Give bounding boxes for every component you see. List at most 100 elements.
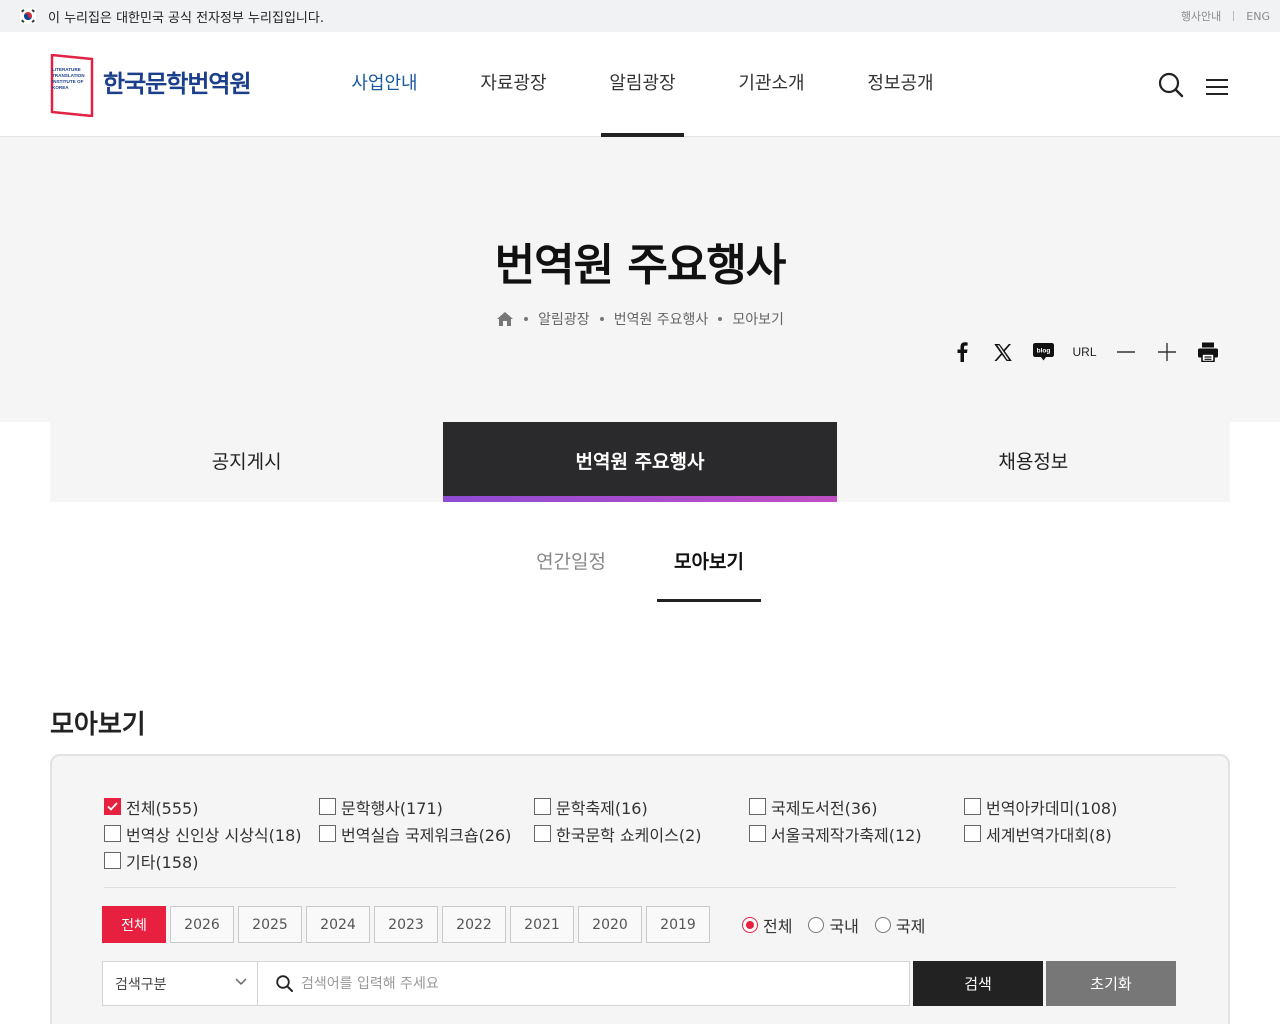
search-button[interactable]: 검색 (913, 961, 1043, 1006)
breadcrumb-item[interactable]: 알림광장 (538, 309, 590, 329)
checkbox[interactable] (534, 825, 551, 842)
blog-icon: blog (1033, 343, 1054, 361)
search-input[interactable] (301, 975, 861, 992)
blog-share-button[interactable]: blog (1023, 337, 1064, 367)
year-button[interactable]: 2021 (510, 906, 574, 943)
category-label: 기타(158) (126, 852, 199, 872)
korean-flag-icon (20, 8, 36, 24)
category-label: 서울국제작가축제(12) (771, 825, 922, 845)
site-header: LITERATURE TRANSLATION INSTITUTE OF KORE… (0, 32, 1280, 137)
svg-text:KOREA: KOREA (52, 85, 69, 90)
region-radio-international[interactable]: 국제 (874, 913, 926, 937)
filter-panel: 전체(555) 문학행사(171) 문학축제(16) 국제도서전(36) 번역아… (50, 754, 1230, 1024)
check-icon (107, 802, 118, 811)
category-checkbox[interactable]: 문학축제(16) (534, 796, 749, 818)
category-label: 번역아카데미(108) (986, 798, 1118, 818)
category-label: 문학축제(16) (556, 798, 648, 818)
year-button[interactable]: 2024 (306, 906, 370, 943)
category-checkbox[interactable]: 기타(158) (104, 850, 319, 872)
breadcrumb: 알림광장 번역원 주요행사 모아보기 (0, 309, 1280, 329)
category-checkbox[interactable]: 번역실습 국제워크숍(26) (319, 823, 534, 845)
x-share-button[interactable] (982, 337, 1023, 367)
category-checkbox[interactable]: 전체(555) (104, 796, 319, 818)
checkbox[interactable] (749, 825, 766, 842)
checkbox[interactable] (749, 798, 766, 815)
checkbox[interactable] (104, 825, 121, 842)
nav-about[interactable]: 기관소개 (707, 32, 836, 136)
year-button-all[interactable]: 전체 (102, 906, 166, 943)
checkbox[interactable] (104, 852, 121, 869)
logo-text[interactable]: 한국문학번역원 (103, 64, 252, 99)
nav-notices[interactable]: 알림광장 (578, 32, 707, 137)
radio-label: 국내 (829, 917, 859, 936)
checkbox-checked[interactable] (104, 798, 121, 815)
reset-button[interactable]: 초기화 (1046, 961, 1176, 1006)
category-checkboxes: 전체(555) 문학행사(171) 문학축제(16) 국제도서전(36) 번역아… (104, 796, 1174, 872)
subtab-collection[interactable]: 모아보기 (657, 540, 761, 602)
category-label: 한국문학 쇼케이스(2) (556, 825, 702, 845)
checkbox[interactable] (964, 798, 981, 815)
checkbox[interactable] (964, 825, 981, 842)
search-type-value: 검색구분 (115, 976, 167, 993)
breadcrumb-current: 모아보기 (732, 312, 784, 328)
home-icon[interactable] (496, 311, 514, 327)
event-guide-link[interactable]: 행사안내 (1181, 8, 1221, 24)
region-radio-all[interactable]: 전체 (742, 913, 792, 937)
zoom-out-button[interactable] (1105, 337, 1146, 367)
zoom-in-button[interactable] (1146, 337, 1187, 367)
facebook-icon (957, 342, 968, 362)
year-button[interactable]: 2025 (238, 906, 302, 943)
nav-business[interactable]: 사업안내 (320, 32, 449, 136)
search-type-select[interactable]: 검색구분 (102, 961, 258, 1006)
radio[interactable] (808, 917, 825, 933)
svg-text:INSTITUTE OF: INSTITUTE OF (52, 79, 84, 84)
category-checkbox[interactable]: 서울국제작가축제(12) (749, 823, 964, 845)
facebook-share-button[interactable] (941, 337, 982, 367)
tab-major-events[interactable]: 번역원 주요행사 (443, 422, 837, 502)
checkbox[interactable] (534, 798, 551, 815)
nav-resources[interactable]: 자료광장 (449, 32, 578, 136)
search-icon[interactable] (1158, 72, 1184, 98)
tab-notices[interactable]: 공지게시 (50, 422, 443, 502)
year-button[interactable]: 2019 (646, 906, 710, 943)
year-button[interactable]: 2020 (578, 906, 642, 943)
category-label: 번역상 신인상 시상식(18) (126, 825, 302, 845)
breadcrumb-separator (524, 317, 529, 321)
logo-mark-icon[interactable]: LITERATURE TRANSLATION INSTITUTE OF KORE… (50, 54, 94, 117)
radio-selected[interactable] (742, 917, 758, 933)
category-checkbox[interactable]: 한국문학 쇼케이스(2) (534, 823, 749, 845)
section-title: 모아보기 (50, 710, 146, 740)
year-button[interactable]: 2026 (170, 906, 234, 943)
filter-divider (104, 887, 1176, 888)
page-title: 번역원 주요행사 (494, 240, 787, 291)
category-label: 문학행사(171) (341, 798, 443, 818)
top-utility-links: 행사안내 ENG (1181, 8, 1270, 24)
year-button[interactable]: 2022 (442, 906, 506, 943)
checkbox[interactable] (319, 825, 336, 842)
gov-banner-text[interactable]: 이 누리집은 대한민국 공식 전자정부 누리집입니다. (48, 7, 324, 26)
radio[interactable] (874, 917, 891, 933)
nav-disclosure[interactable]: 정보공개 (836, 32, 965, 136)
subtab-annual-schedule[interactable]: 연간일정 (519, 540, 623, 602)
year-button[interactable]: 2023 (374, 906, 438, 943)
hamburger-menu-icon[interactable] (1206, 78, 1228, 96)
copy-url-button[interactable]: URL (1064, 337, 1105, 367)
main-nav: 사업안내 자료광장 알림광장 기관소개 정보공개 (320, 32, 965, 137)
category-checkbox[interactable]: 세계번역가대회(8) (964, 823, 1179, 845)
category-checkbox[interactable]: 국제도서전(36) (749, 796, 964, 818)
category-checkbox[interactable]: 번역아카데미(108) (964, 796, 1179, 818)
category-checkbox[interactable]: 문학행사(171) (319, 796, 534, 818)
print-button[interactable] (1187, 337, 1228, 367)
checkbox[interactable] (319, 798, 336, 815)
radio-label: 전체 (763, 917, 793, 936)
tab-recruitment[interactable]: 채용정보 (837, 422, 1230, 502)
english-link[interactable]: ENG (1246, 10, 1270, 23)
region-radio-domestic[interactable]: 국내 (808, 913, 859, 937)
radio-label: 국제 (895, 917, 926, 936)
search-icon (276, 975, 293, 992)
breadcrumb-item[interactable]: 번역원 주요행사 (614, 309, 709, 329)
category-checkbox[interactable]: 번역상 신인상 시상식(18) (104, 823, 319, 845)
breadcrumb-separator (599, 317, 604, 321)
printer-icon (1197, 342, 1218, 362)
x-twitter-icon (993, 343, 1012, 361)
